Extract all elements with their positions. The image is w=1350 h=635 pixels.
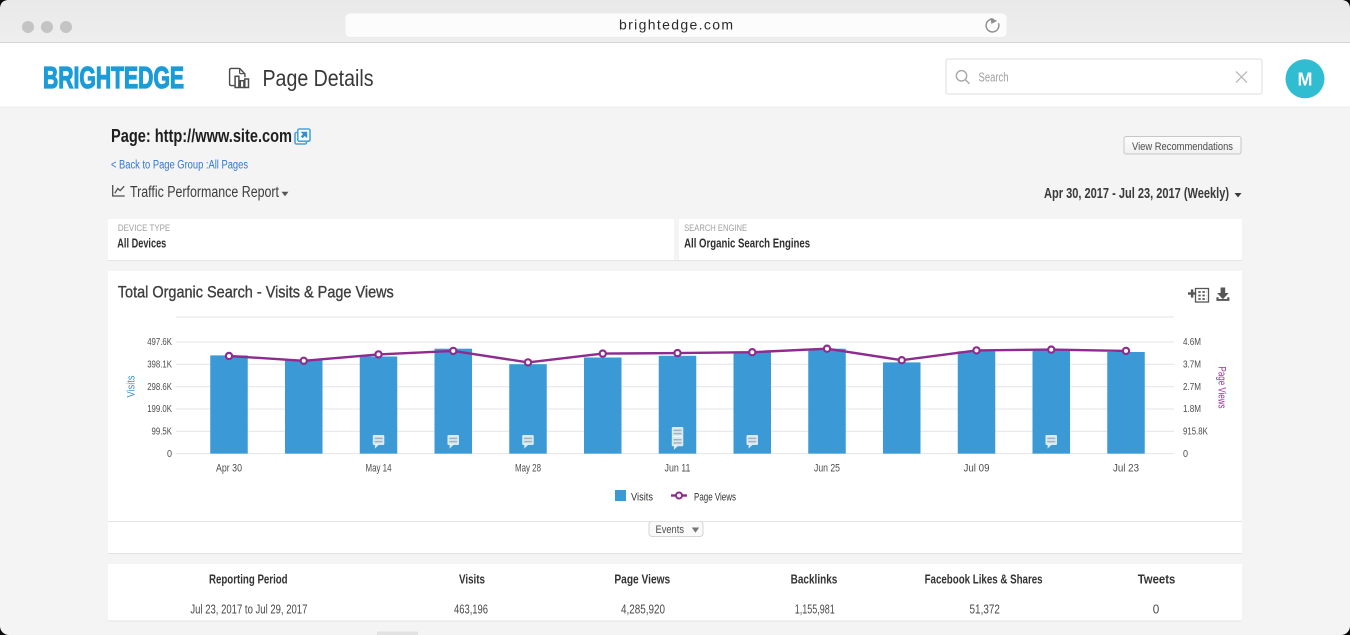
- svg-text:Jul 23: Jul 23: [1113, 463, 1139, 475]
- svg-text:Tweets: Tweets: [1138, 572, 1176, 587]
- svg-text:Visits: Visits: [631, 492, 653, 504]
- svg-text:< Back to Page Group :All Page: < Back to Page Group :All Pages: [111, 160, 248, 172]
- svg-text:Traffic Performance Report: Traffic Performance Report: [130, 184, 280, 201]
- svg-text:Jun 11: Jun 11: [665, 463, 691, 475]
- svg-text:brightedge.com: brightedge.com: [619, 17, 733, 33]
- svg-text:0: 0: [167, 449, 172, 460]
- svg-text:M: M: [1298, 69, 1313, 89]
- svg-text:Apr 30: Apr 30: [216, 463, 242, 475]
- svg-text:Backlinks: Backlinks: [791, 572, 838, 587]
- svg-text:Apr 30, 2017 - Jul 23, 2017 (W: Apr 30, 2017 - Jul 23, 2017 (Weekly): [1044, 185, 1229, 202]
- svg-text:Page Details: Page Details: [263, 65, 374, 91]
- svg-text:51,372: 51,372: [970, 603, 1000, 617]
- svg-text:Total Organic Search - Visits: Total Organic Search - Visits & Page Vie…: [118, 284, 394, 302]
- svg-text:Visits: Visits: [459, 572, 485, 587]
- svg-text:Page Views: Page Views: [1216, 367, 1228, 409]
- svg-text:Page: http://www.site.com: Page: http://www.site.com: [111, 126, 292, 146]
- svg-text:Reporting Period: Reporting Period: [209, 572, 288, 587]
- svg-text:All Organic Search Engines: All Organic Search Engines: [684, 236, 810, 250]
- svg-text:Page Views: Page Views: [614, 572, 670, 587]
- svg-text:View Recommendations: View Recommendations: [1132, 141, 1233, 153]
- svg-text:0: 0: [1183, 449, 1188, 460]
- svg-text:Search: Search: [979, 71, 1009, 85]
- svg-text:All Devices: All Devices: [117, 236, 166, 250]
- svg-text:0: 0: [1153, 603, 1160, 617]
- svg-text:DEVICE TYPE: DEVICE TYPE: [118, 223, 170, 234]
- svg-text:4,285,920: 4,285,920: [621, 603, 665, 617]
- svg-text:Events: Events: [656, 524, 685, 536]
- svg-text:99.5K: 99.5K: [152, 427, 173, 438]
- svg-text:SEARCH ENGINE: SEARCH ENGINE: [684, 223, 747, 234]
- svg-text:1.8M: 1.8M: [1183, 404, 1201, 415]
- svg-text:BRIGHTEDGE: BRIGHTEDGE: [43, 60, 184, 95]
- svg-text:398.1K: 398.1K: [147, 360, 172, 371]
- svg-text:4.6M: 4.6M: [1183, 337, 1201, 348]
- svg-text:May 28: May 28: [515, 463, 541, 475]
- svg-text:Visits: Visits: [126, 375, 138, 397]
- svg-text:463,196: 463,196: [454, 603, 488, 617]
- svg-text:Jun 25: Jun 25: [814, 463, 840, 475]
- svg-text:497.6K: 497.6K: [147, 337, 172, 348]
- svg-text:2.7M: 2.7M: [1183, 382, 1201, 393]
- svg-text:298.6K: 298.6K: [147, 382, 172, 393]
- svg-text:May 14: May 14: [366, 463, 392, 475]
- svg-text:Jul 23, 2017 to Jul 29, 2017: Jul 23, 2017 to Jul 29, 2017: [190, 603, 307, 617]
- svg-text:Jul 09: Jul 09: [964, 463, 990, 475]
- svg-text:3.7M: 3.7M: [1183, 360, 1201, 371]
- svg-text:Facebook Likes & Shares: Facebook Likes & Shares: [925, 572, 1043, 587]
- svg-text:1,155,981: 1,155,981: [795, 603, 835, 617]
- svg-text:915.8K: 915.8K: [1183, 427, 1208, 438]
- svg-text:199.0K: 199.0K: [147, 404, 172, 415]
- svg-text:Page Views: Page Views: [694, 492, 736, 504]
